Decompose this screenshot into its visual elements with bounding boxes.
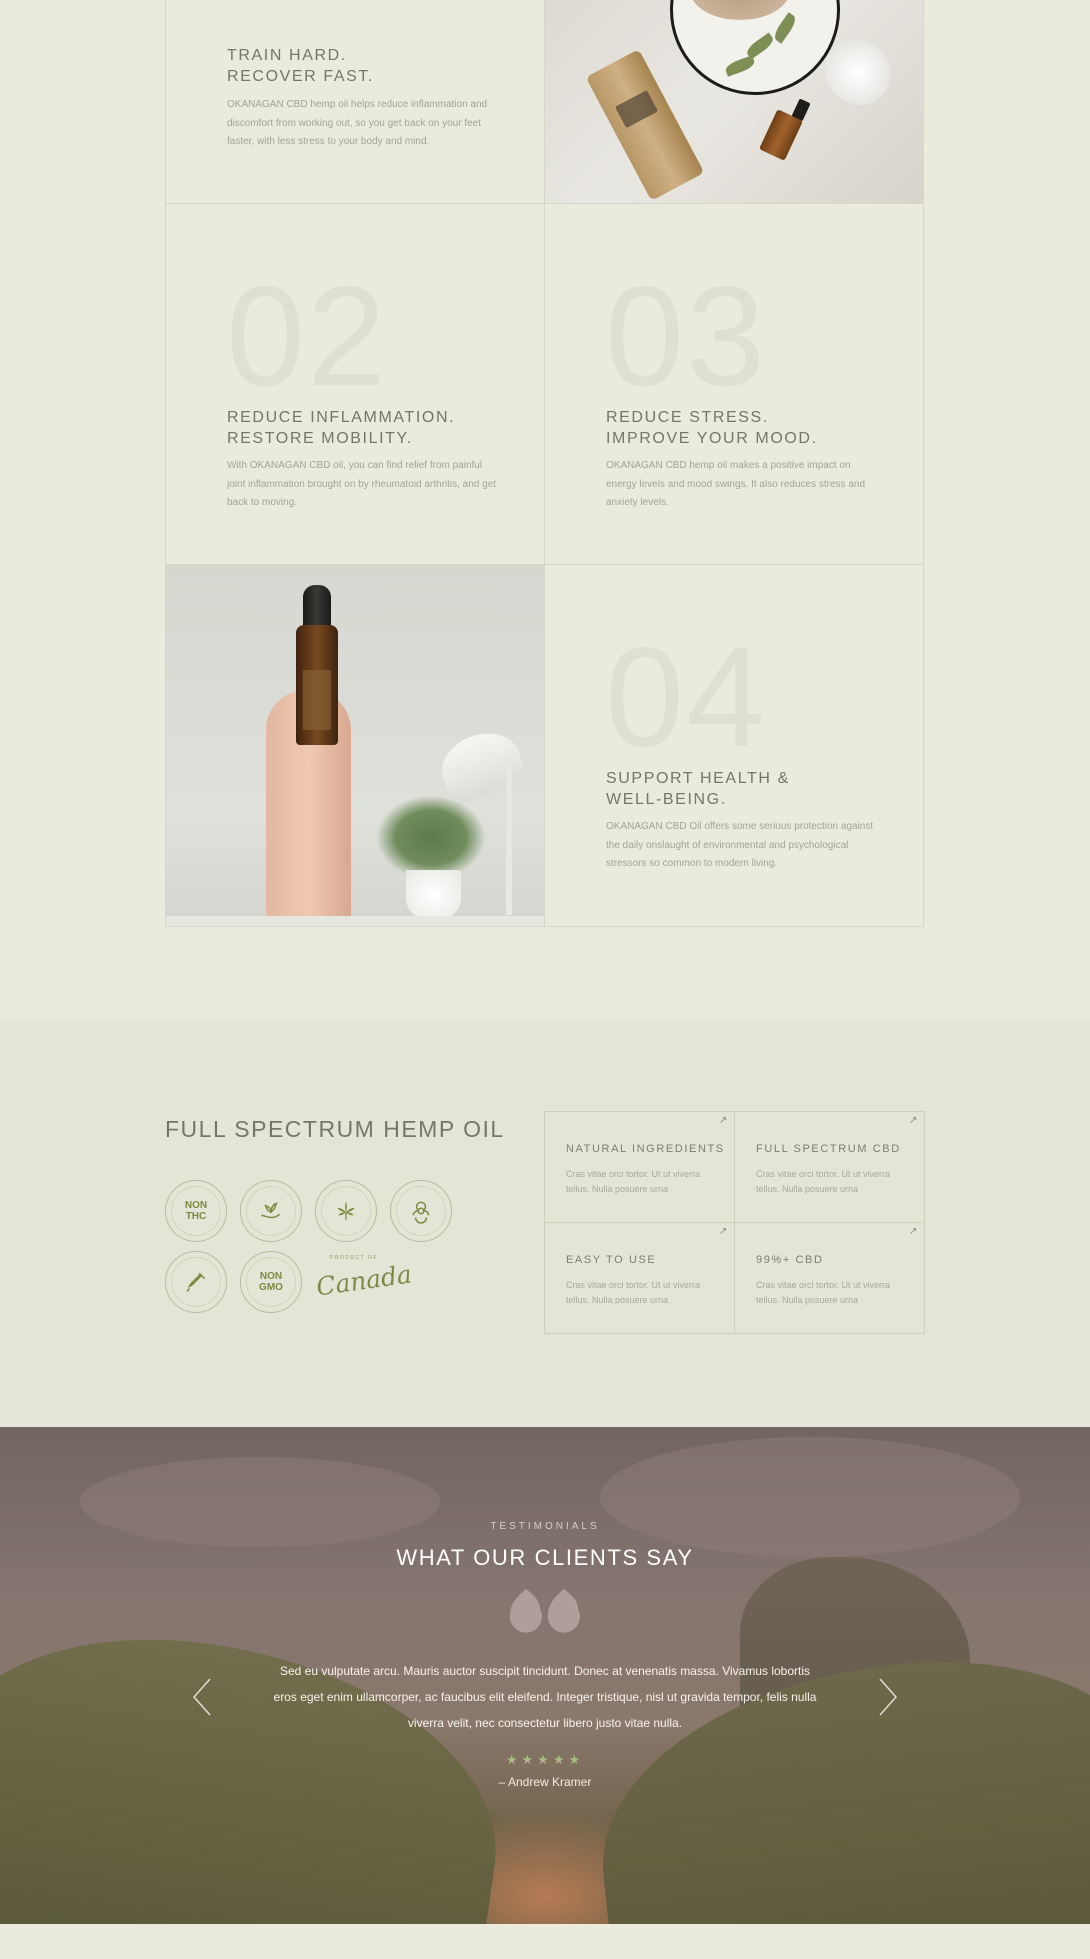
feature-title: REDUCE INFLAMMATION. RESTORE MOBILITY.	[227, 409, 456, 447]
full-spectrum-section: FULL SPECTRUM HEMP OIL NON THC NON GMO P…	[0, 1020, 1090, 1427]
feature-description: OKANAGAN CBD Oil offers some serious pro…	[606, 821, 874, 869]
feature-card-03: 03 REDUCE STRESS. IMPROVE YOUR MOOD. OKA…	[544, 203, 924, 565]
feature-box-natural-ingredients[interactable]: ↗ NATURAL INGREDIENTS Cras vitae orci to…	[544, 1111, 735, 1223]
prev-arrow-icon[interactable]	[190, 1677, 214, 1717]
canada-arc-top: PRODUCT OF	[330, 1255, 378, 1261]
quote-icon	[509, 1589, 580, 1633]
no-artificial-ingredients-badge	[165, 1251, 227, 1313]
badge-label: NON GMO	[259, 1271, 283, 1293]
feature-title: TRAIN HARD. RECOVER FAST.	[227, 47, 375, 85]
feature-number: 02	[226, 257, 388, 416]
section-title: FULL SPECTRUM HEMP OIL	[165, 1116, 505, 1142]
non-thc-badge: NON THC	[165, 1180, 227, 1242]
feature-card-04: 04 SUPPORT HEALTH & WELL-BEING. OKANAGAN…	[544, 564, 924, 927]
feature-title: SUPPORT HEALTH & WELL-BEING.	[606, 770, 790, 808]
testimonials-section: TESTIMONIALS WHAT OUR CLIENTS SAY Sed eu…	[0, 1427, 1090, 1924]
feature-box-desc: Cras vitae orci tortor. Ut ut viverra te…	[566, 1169, 701, 1194]
feature-card-01: TRAIN HARD. RECOVER FAST. OKANAGAN CBD h…	[165, 0, 545, 204]
non-toxic-badge	[390, 1180, 452, 1242]
section-title: WHAT OUR CLIENTS SAY	[396, 1545, 694, 1570]
badge-label: NON THC	[184, 1200, 208, 1222]
section-kicker: TESTIMONIALS	[490, 1521, 600, 1532]
arrow-up-right-icon: ↗	[909, 1226, 918, 1237]
feature-title: REDUCE STRESS. IMPROVE YOUR MOOD.	[606, 409, 818, 447]
canada-badge: Canada	[314, 1259, 414, 1302]
feature-box-title: 99%+ CBD	[756, 1254, 824, 1266]
feature-description: OKANAGAN CBD hemp oil makes a positive i…	[606, 460, 866, 508]
arrow-up-right-icon: ↗	[719, 1226, 728, 1237]
feature-description: With OKANAGAN CBD oil, you can find reli…	[227, 460, 497, 508]
hemp-leaf-icon	[337, 1201, 355, 1220]
feature-number: 04	[605, 618, 767, 777]
feature-box-desc: Cras vitae orci tortor. Ut ut viverra te…	[756, 1280, 891, 1305]
feature-box-title: FULL SPECTRUM CBD	[756, 1143, 901, 1155]
dropper-icon	[186, 1272, 206, 1292]
arrow-up-right-icon: ↗	[719, 1115, 728, 1126]
feature-box-99-cbd[interactable]: ↗ 99%+ CBD Cras vitae orci tortor. Ut ut…	[734, 1222, 925, 1334]
product-photo-hand-bottle	[165, 564, 545, 927]
rating-stars: ★★★★★	[505, 1752, 585, 1767]
feature-box-desc: Cras vitae orci tortor. Ut ut viverra te…	[566, 1280, 701, 1305]
feature-box-title: NATURAL INGREDIENTS	[566, 1143, 725, 1155]
feature-box-title: EASY TO USE	[566, 1254, 657, 1266]
non-gmo-badge: NON GMO	[240, 1251, 302, 1313]
feature-description: OKANAGAN CBD hemp oil helps reduce infla…	[227, 99, 488, 147]
organic-hemp-badge	[315, 1180, 377, 1242]
feature-number: 03	[605, 257, 767, 416]
testimonial-author: – Andrew Kramer	[498, 1775, 592, 1789]
feature-box-full-spectrum[interactable]: ↗ FULL SPECTRUM CBD Cras vitae orci tort…	[734, 1111, 925, 1223]
page-footer-strip	[0, 1924, 1090, 1959]
arrow-up-right-icon: ↗	[909, 1115, 918, 1126]
plant-image	[376, 795, 486, 880]
features-grid: TRAIN HARD. RECOVER FAST. OKANAGAN CBD h…	[165, 0, 924, 927]
testimonial-quote: Sed eu vulputate arcu. Mauris auctor sus…	[273, 1664, 817, 1730]
feature-box-easy-to-use[interactable]: ↗ EASY TO USE Cras vitae orci tortor. Ut…	[544, 1222, 735, 1334]
next-arrow-icon[interactable]	[876, 1677, 900, 1717]
feature-card-02: 02 REDUCE INFLAMMATION. RESTORE MOBILITY…	[165, 203, 545, 565]
feature-box-desc: Cras vitae orci tortor. Ut ut viverra te…	[756, 1169, 891, 1194]
feature-boxes: ↗ NATURAL INGREDIENTS Cras vitae orci to…	[544, 1111, 925, 1334]
vegan-badge	[240, 1180, 302, 1242]
hand-leaf-icon	[261, 1202, 281, 1219]
product-photo-cbd-tube	[544, 0, 924, 204]
biohazard-icon	[412, 1201, 430, 1224]
